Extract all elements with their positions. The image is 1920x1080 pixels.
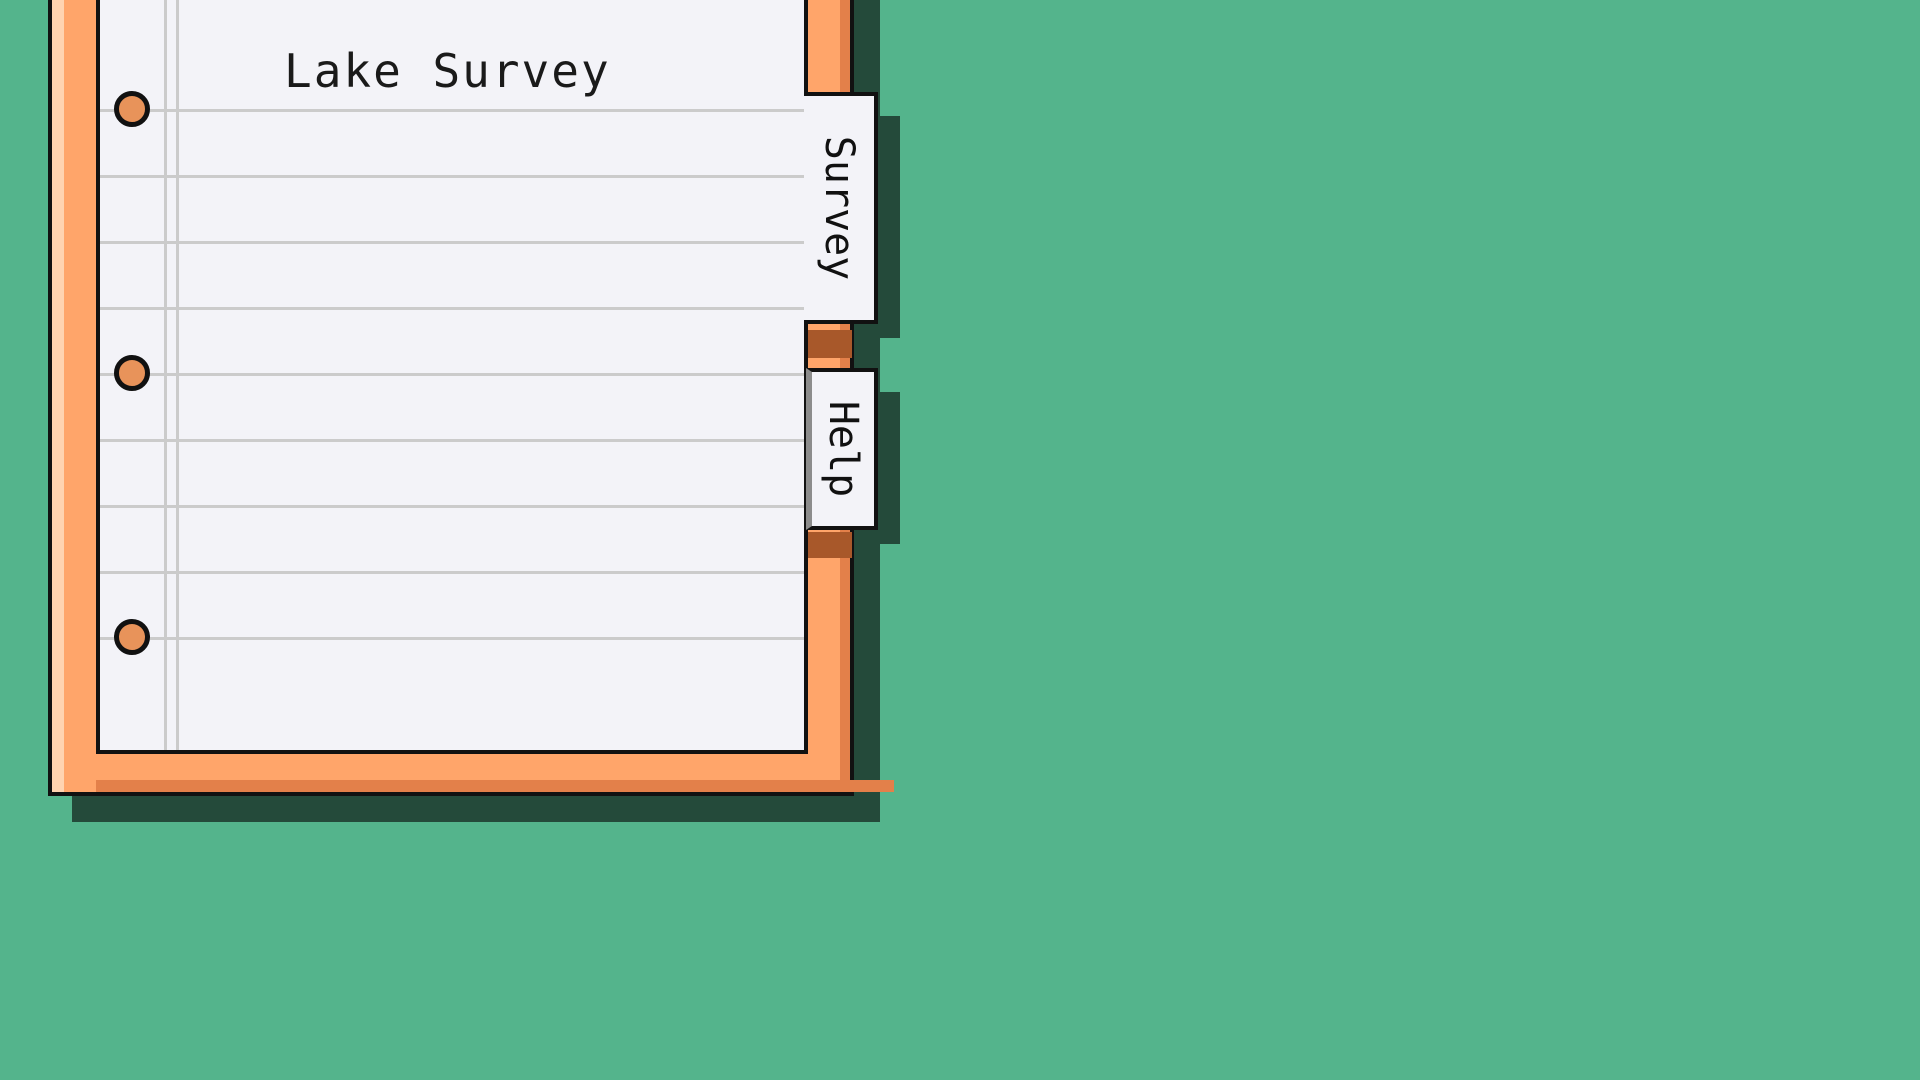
tab-help-label: Help — [820, 400, 866, 498]
binder-highlight — [52, 0, 64, 792]
rule-line — [100, 505, 804, 508]
rule-line — [100, 109, 804, 112]
binder-notch — [808, 330, 852, 358]
rule-line — [100, 637, 804, 640]
binder-ring-hole — [114, 619, 150, 655]
tab-survey[interactable]: Survey — [804, 92, 878, 324]
rule-line — [100, 439, 804, 442]
tab-survey-label: Survey — [816, 135, 862, 281]
tab-help[interactable]: Help — [806, 368, 878, 530]
rule-line — [100, 241, 804, 244]
binder-ring-hole — [114, 91, 150, 127]
rule-line — [100, 307, 804, 310]
notebook-page: Lake Survey — [96, 0, 808, 754]
binder-ring-hole — [114, 355, 150, 391]
page-title: Lake Survey — [284, 44, 611, 98]
rule-line — [100, 373, 804, 376]
binder-notch — [808, 532, 852, 558]
binder-bottom-shade — [96, 780, 894, 792]
rule-line — [100, 175, 804, 178]
rule-line — [100, 571, 804, 574]
